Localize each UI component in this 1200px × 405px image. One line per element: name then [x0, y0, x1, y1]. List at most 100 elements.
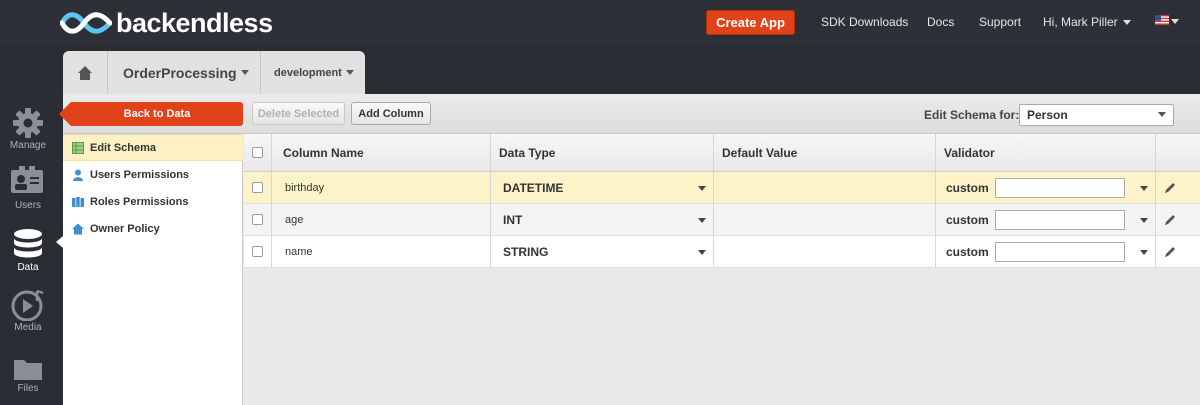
table-row[interactable]: birthday DATETIME custom — [244, 172, 1200, 204]
media-icon — [11, 289, 44, 321]
validator-value: custom — [946, 180, 989, 195]
table-row[interactable]: name STRING custom — [244, 236, 1200, 268]
row-checkbox-cell — [244, 204, 272, 235]
pencil-icon[interactable] — [1164, 214, 1176, 226]
chevron-down-icon[interactable] — [1140, 250, 1148, 255]
roles-icon — [72, 196, 84, 207]
row-checkbox-cell — [244, 236, 272, 267]
menu-owner-policy[interactable]: Owner Policy — [63, 215, 243, 242]
default-value-cell[interactable] — [714, 172, 936, 203]
data-type-select[interactable]: INT — [491, 204, 714, 235]
folder-icon — [14, 360, 42, 380]
data-type-select[interactable]: DATETIME — [491, 172, 714, 203]
schema-select-value: Person — [1027, 108, 1068, 122]
back-to-data-button[interactable]: Back to Data — [59, 102, 243, 126]
chevron-down-icon — [1158, 112, 1166, 117]
validator-input[interactable] — [995, 242, 1125, 262]
main-panel: Back to Data Delete Selected Add Column … — [59, 94, 1200, 405]
create-app-button[interactable]: Create App — [706, 10, 795, 35]
data-type-select[interactable]: STRING — [491, 236, 714, 267]
menu-edit-schema[interactable]: Edit Schema — [63, 134, 243, 161]
user-menu-label: Hi, Mark Piller — [1043, 15, 1118, 29]
table-row[interactable]: age INT custom — [244, 204, 1200, 236]
menu-users-permissions[interactable]: Users Permissions — [63, 161, 243, 188]
validator-value: custom — [946, 244, 989, 259]
sdk-downloads-link[interactable]: SDK Downloads — [821, 15, 908, 29]
menu-label: Users Permissions — [90, 168, 190, 181]
validator-value: custom — [946, 212, 989, 227]
nav-label: Media — [14, 322, 42, 333]
default-value-cell[interactable] — [714, 204, 936, 235]
row-checkbox[interactable] — [252, 214, 263, 225]
pencil-icon[interactable] — [1164, 246, 1176, 258]
nav-data[interactable]: Data — [0, 227, 56, 287]
column-name-header: Column Name — [272, 134, 491, 171]
chevron-down-icon[interactable] — [1140, 218, 1148, 223]
top-bar: backendless Create App SDK Downloads Doc… — [0, 0, 1200, 46]
column-name-cell: birthday — [272, 172, 491, 203]
nav-media[interactable]: Media — [0, 288, 56, 348]
column-name-cell: age — [272, 204, 491, 235]
delete-selected-button[interactable]: Delete Selected — [252, 102, 345, 125]
database-icon — [14, 229, 42, 258]
brand-logo[interactable]: backendless — [60, 8, 273, 38]
default-value-header: Default Value — [714, 134, 936, 171]
nav-label: Manage — [9, 140, 47, 151]
validator-input[interactable] — [995, 210, 1125, 230]
version-name: development — [274, 66, 342, 79]
gear-icon — [13, 108, 43, 138]
user-menu[interactable]: Hi, Mark Piller — [1043, 15, 1131, 29]
brand-name: backendless — [116, 7, 273, 38]
app-selector[interactable]: OrderProcessing — [108, 51, 261, 94]
schema-table-select[interactable]: Person — [1019, 104, 1174, 126]
chevron-down-icon — [240, 70, 249, 75]
schema-label: Edit Schema for: — [924, 108, 1020, 122]
users-icon — [11, 166, 43, 193]
nav-files[interactable]: Files — [0, 349, 56, 405]
select-all-checkbox[interactable] — [252, 147, 263, 158]
chevron-down-icon — [345, 70, 354, 75]
row-checkbox[interactable] — [252, 246, 263, 257]
support-link[interactable]: Support — [979, 15, 1021, 29]
validator-header: Validator — [936, 134, 1156, 171]
menu-roles-permissions[interactable]: Roles Permissions — [63, 188, 243, 215]
data-type-header: Data Type — [491, 134, 714, 171]
chevron-down-icon[interactable] — [1171, 19, 1179, 24]
nav-label: Files — [17, 383, 39, 394]
data-type-value: DATETIME — [503, 180, 564, 195]
nav-manage[interactable]: Manage — [0, 105, 56, 165]
backendless-logo-icon — [60, 12, 112, 34]
default-value-cell[interactable] — [714, 236, 936, 267]
column-name-cell: name — [272, 236, 491, 267]
active-indicator — [56, 236, 63, 248]
validator-cell: custom — [936, 172, 1156, 203]
grid-header: Column Name Data Type Default Value Vali… — [244, 134, 1200, 172]
validator-input[interactable] — [995, 178, 1125, 198]
menu-label: Owner Policy — [90, 222, 160, 235]
us-flag-icon[interactable] — [1155, 15, 1169, 25]
data-type-value: INT — [503, 212, 523, 227]
chevron-down-icon — [1122, 20, 1131, 26]
nav-users[interactable]: Users — [0, 166, 56, 226]
house-icon — [72, 223, 84, 234]
app-tabs: OrderProcessing development — [63, 51, 365, 94]
home-tab[interactable] — [63, 51, 108, 94]
menu-label: Edit Schema — [90, 141, 157, 154]
docs-link[interactable]: Docs — [927, 15, 954, 29]
menu-label: Roles Permissions — [90, 195, 189, 208]
pencil-icon[interactable] — [1164, 182, 1176, 194]
table-icon — [72, 141, 84, 154]
user-icon — [73, 169, 83, 181]
data-type-value: STRING — [503, 244, 549, 259]
version-selector[interactable]: development — [261, 51, 365, 94]
header-checkbox-cell — [244, 134, 272, 171]
chevron-down-icon — [698, 250, 706, 255]
app-name: OrderProcessing — [123, 64, 237, 81]
chevron-down-icon — [698, 218, 706, 223]
validator-cell: custom — [936, 204, 1156, 235]
add-column-button[interactable]: Add Column — [351, 102, 431, 125]
row-checkbox[interactable] — [252, 182, 263, 193]
chevron-down-icon[interactable] — [1140, 186, 1148, 191]
home-icon — [78, 65, 92, 80]
validator-cell: custom — [936, 236, 1156, 267]
